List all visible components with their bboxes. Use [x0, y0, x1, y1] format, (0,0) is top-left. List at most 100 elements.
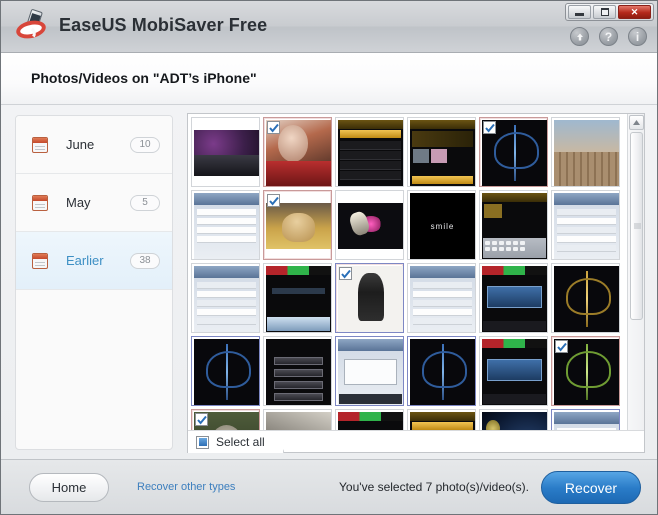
thumbnail-cell[interactable]: [407, 263, 476, 333]
thumbnail-cell[interactable]: [191, 263, 260, 333]
select-all-box-icon: [196, 435, 209, 449]
close-button[interactable]: ✕: [618, 5, 651, 19]
thumbnail-image: [194, 193, 259, 259]
recover-button[interactable]: Recover: [541, 471, 641, 504]
thumbnail-cell[interactable]: [407, 409, 476, 432]
thumbnail-image: [266, 339, 331, 405]
app-title: EaseUS MobiSaver Free: [59, 14, 268, 35]
sidebar-item-earlier[interactable]: Earlier 38: [16, 232, 172, 290]
thumbnail-cell[interactable]: [479, 336, 548, 406]
page-header: Photos/Videos on "ADT’s iPhone": [1, 53, 657, 105]
thumbnail-cell[interactable]: [479, 190, 548, 260]
home-button[interactable]: Home: [29, 473, 109, 502]
thumbnail-cell[interactable]: [263, 336, 332, 406]
thumbnail-cell[interactable]: [335, 117, 404, 187]
app-window: ✕ EaseUS MobiSaver Free ? i Photos/Video…: [0, 0, 658, 515]
sidebar-item-count: 10: [130, 136, 160, 153]
select-all-label: Select all: [216, 435, 265, 449]
sidebar-item-count: 5: [130, 194, 160, 211]
thumbnail-checkbox[interactable]: [267, 194, 280, 207]
maximize-icon: [600, 8, 609, 16]
scrollbar-thumb[interactable]: [630, 132, 643, 320]
thumbnail-image: [410, 339, 475, 405]
thumbnail-checkbox[interactable]: [267, 121, 280, 134]
info-icon[interactable]: i: [628, 27, 647, 46]
thumbnail-cell[interactable]: [191, 190, 260, 260]
thumbnail-grid: smile: [191, 117, 627, 432]
thumbnail-image: [410, 266, 475, 332]
thumbnail-image: [338, 339, 403, 405]
recover-other-types-link[interactable]: Recover other types: [137, 481, 235, 493]
titlebar-icon-group: ? i: [570, 27, 647, 46]
sidebar-item-label: Earlier: [66, 253, 104, 268]
thumbnail-image: [482, 339, 547, 405]
help-glyph: ?: [604, 29, 613, 44]
thumbnail-scroll-area: smile: [188, 114, 627, 432]
info-glyph: i: [635, 29, 640, 44]
thumbnail-image: [266, 203, 331, 249]
calendar-icon: [32, 252, 48, 269]
thumbnail-panel: smile Select all: [187, 113, 645, 453]
thumbnail-cell[interactable]: [479, 409, 548, 432]
minimize-icon: [575, 13, 584, 16]
thumbnail-cell[interactable]: [551, 409, 620, 432]
thumbnail-image: [194, 266, 259, 332]
thumbnail-image: [482, 193, 547, 259]
minimize-button[interactable]: [568, 5, 591, 19]
close-icon: ✕: [630, 6, 639, 17]
thumbnail-image: [554, 193, 619, 259]
lifebuoy-phone-logo-icon: [14, 8, 51, 41]
thumbnail-cell[interactable]: [335, 336, 404, 406]
thumbnail-cell[interactable]: [551, 117, 620, 187]
sidebar-item-label: May: [66, 195, 91, 210]
thumbnail-image: [266, 412, 331, 432]
footer-bar: Home Recover other types You've selected…: [1, 459, 657, 514]
update-icon[interactable]: [570, 27, 589, 46]
thumbnail-image: [410, 412, 475, 432]
sidebar-item-count: 38: [130, 252, 160, 269]
thumbnail-cell[interactable]: [263, 190, 332, 260]
thumbnail-image: [482, 266, 547, 332]
sidebar-item-may[interactable]: May 5: [16, 174, 172, 232]
thumbnail-cell[interactable]: [479, 117, 548, 187]
thumbnail-cell[interactable]: [479, 263, 548, 333]
thumbnail-cell[interactable]: [263, 263, 332, 333]
thumbnail-cell[interactable]: [551, 263, 620, 333]
thumbnail-cell[interactable]: [335, 190, 404, 260]
scroll-up-button[interactable]: [629, 115, 644, 130]
calendar-icon: [32, 194, 48, 211]
maximize-button[interactable]: [593, 5, 616, 19]
thumbnail-image: [554, 120, 619, 186]
thumbnail-image: [410, 120, 475, 186]
thumbnail-cell[interactable]: [335, 409, 404, 432]
vertical-scrollbar[interactable]: [627, 114, 644, 452]
thumbnail-checkbox[interactable]: [483, 121, 496, 134]
thumbnail-cell[interactable]: [407, 117, 476, 187]
thumbnail-cell[interactable]: [191, 409, 260, 432]
thumbnail-checkbox[interactable]: [339, 267, 352, 280]
thumbnail-cell[interactable]: [263, 117, 332, 187]
selection-status-text: You've selected 7 photo(s)/video(s).: [339, 480, 529, 494]
thumbnail-cell[interactable]: smile: [407, 190, 476, 260]
page-title: Photos/Videos on "ADT’s iPhone": [31, 70, 257, 86]
thumbnail-cell[interactable]: [551, 190, 620, 260]
sidebar-item-june[interactable]: June 10: [16, 116, 172, 174]
thumbnail-cell[interactable]: [551, 336, 620, 406]
brand: EaseUS MobiSaver Free: [14, 8, 268, 41]
calendar-icon: [32, 136, 48, 153]
thumbnail-cell[interactable]: [191, 117, 260, 187]
thumbnail-checkbox[interactable]: [555, 340, 568, 353]
thumbnail-image: [194, 339, 259, 405]
title-bar: ✕ EaseUS MobiSaver Free ? i: [1, 1, 657, 53]
thumbnail-cell[interactable]: [191, 336, 260, 406]
select-all-bar: Select all: [188, 430, 644, 453]
help-icon[interactable]: ?: [599, 27, 618, 46]
thumbnail-checkbox[interactable]: [195, 413, 208, 426]
thumbnail-cell[interactable]: [263, 409, 332, 432]
thumbnail-image: [194, 130, 259, 176]
thumbnail-cell[interactable]: [335, 263, 404, 333]
thumbnail-image: [338, 412, 403, 432]
select-all-checkbox[interactable]: Select all: [188, 431, 293, 453]
thumbnail-image: [554, 412, 619, 432]
thumbnail-cell[interactable]: [407, 336, 476, 406]
